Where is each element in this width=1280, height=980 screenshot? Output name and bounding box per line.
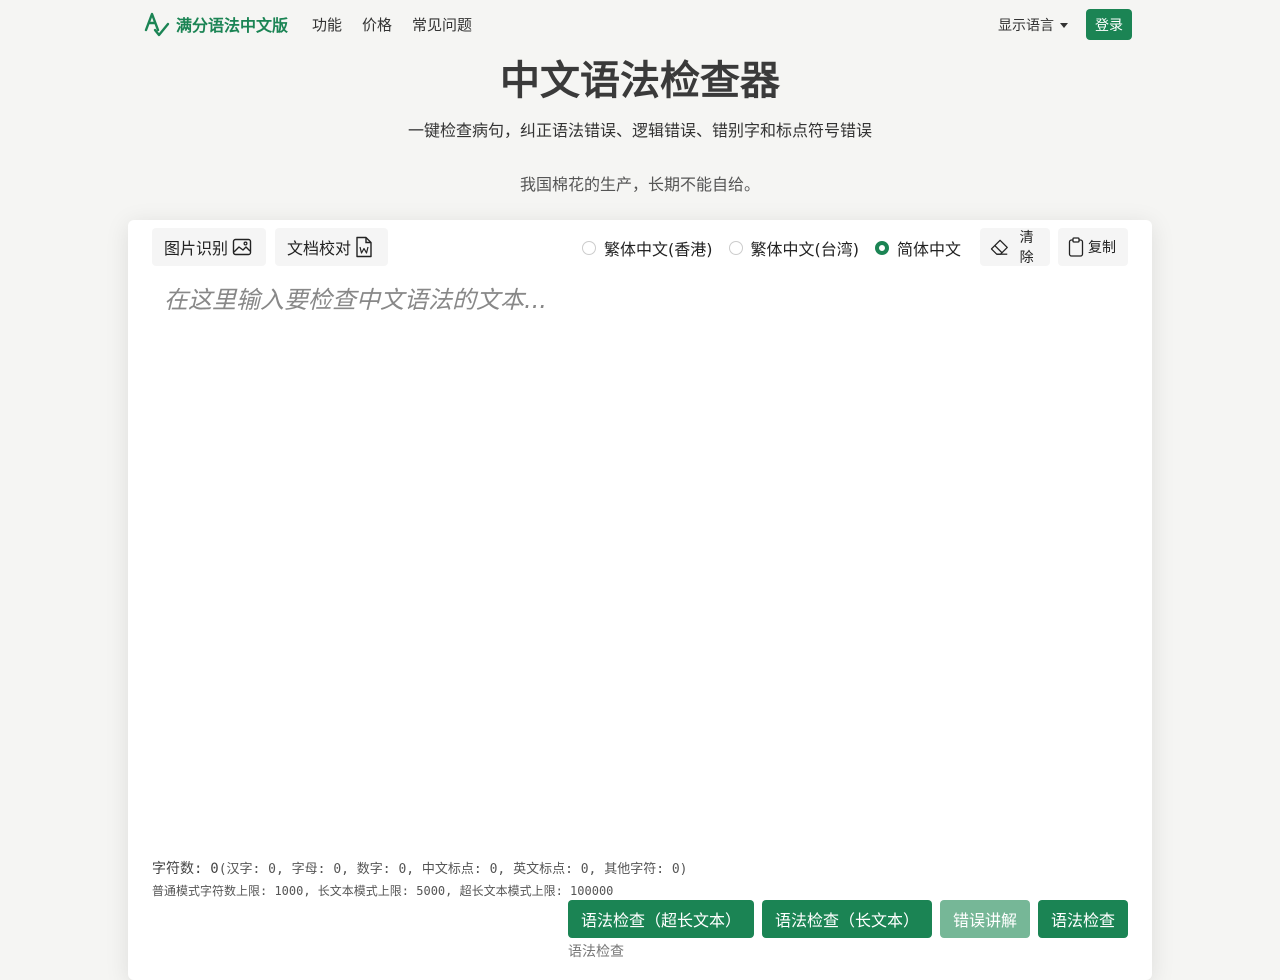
page-subtitle: 一键检查病句，纠正语法错误、逻辑错误、错别字和标点符号错误	[407, 121, 872, 140]
brand-link[interactable]: 满分语法中文版	[142, 10, 288, 38]
image-icon	[232, 238, 252, 256]
status-text: 语法检查	[568, 944, 624, 960]
brand-name: 满分语法中文版	[176, 16, 289, 35]
clear-label: 清除	[1019, 230, 1034, 266]
image-ocr-button[interactable]: 图片识别	[152, 228, 266, 266]
example-sentence: 我国棉花的生产，长期不能自给。	[519, 175, 760, 194]
doc-proofread-label: 文档校对	[287, 239, 352, 258]
char-count: 字符数: 0(汉字: 0, 字母: 0, 数字: 0, 中文标点: 0, 英文标…	[152, 858, 688, 878]
word-document-icon	[356, 236, 372, 258]
caret-down-icon	[1060, 22, 1068, 28]
nav-links: 功能 价格 常见问题	[312, 14, 472, 35]
check-long-button[interactable]: 语法检查（长文本）	[762, 900, 932, 938]
image-ocr-label: 图片识别	[164, 239, 229, 258]
text-editor[interactable]	[164, 280, 1114, 840]
radio-dot	[582, 241, 596, 255]
radio-traditional-tw[interactable]: 繁体中文(台湾)	[728, 236, 860, 260]
editor-card: 图片识别 文档校对 繁体中文(香港) 繁体中文(台湾) 简体中文 清除 复制 在…	[128, 220, 1152, 980]
eraser-icon	[990, 239, 1008, 255]
check-super-long-button[interactable]: 语法检查（超长文本）	[568, 900, 754, 938]
language-dropdown[interactable]: 显示语言	[998, 15, 1068, 35]
radio-simplified[interactable]: 简体中文	[875, 236, 961, 260]
char-count-label: 字符数:	[152, 861, 203, 877]
radio-label: 简体中文	[897, 240, 962, 259]
copy-button[interactable]: 复制	[1058, 228, 1128, 266]
char-count-value: 0	[210, 861, 219, 877]
login-button[interactable]: 登录	[1086, 9, 1132, 40]
grammar-check-button[interactable]: 语法检查	[1038, 900, 1128, 938]
check-logo-icon	[144, 12, 170, 37]
navbar: 满分语法中文版 功能 价格 常见问题 显示语言 登录	[0, 0, 1280, 48]
clear-button[interactable]: 清除	[980, 228, 1050, 266]
error-explain-button[interactable]: 错误讲解	[940, 900, 1030, 938]
radio-dot-checked	[875, 241, 889, 255]
chinese-variant-radio-group: 繁体中文(香港) 繁体中文(台湾) 简体中文	[582, 236, 961, 260]
language-label: 显示语言	[998, 18, 1054, 34]
radio-traditional-hk[interactable]: 繁体中文(香港)	[582, 236, 713, 260]
nav-link-features[interactable]: 功能	[312, 14, 342, 35]
radio-label: 繁体中文(台湾)	[750, 240, 860, 259]
page-title: 中文语法检查器	[500, 58, 780, 104]
clipboard-icon	[1068, 237, 1084, 257]
nav-link-faq[interactable]: 常见问题	[412, 14, 472, 35]
doc-proofread-button[interactable]: 文档校对	[275, 228, 388, 266]
copy-label: 复制	[1088, 240, 1116, 256]
char-count-breakdown: (汉字: 0, 字母: 0, 数字: 0, 中文标点: 0, 英文标点: 0, …	[218, 862, 688, 877]
char-limit-info: 普通模式字符数上限: 1000, 长文本模式上限: 5000, 超长文本模式上限…	[152, 884, 614, 898]
radio-dot	[728, 241, 743, 255]
nav-link-pricing[interactable]: 价格	[362, 14, 392, 35]
radio-label: 繁体中文(香港)	[604, 240, 713, 259]
